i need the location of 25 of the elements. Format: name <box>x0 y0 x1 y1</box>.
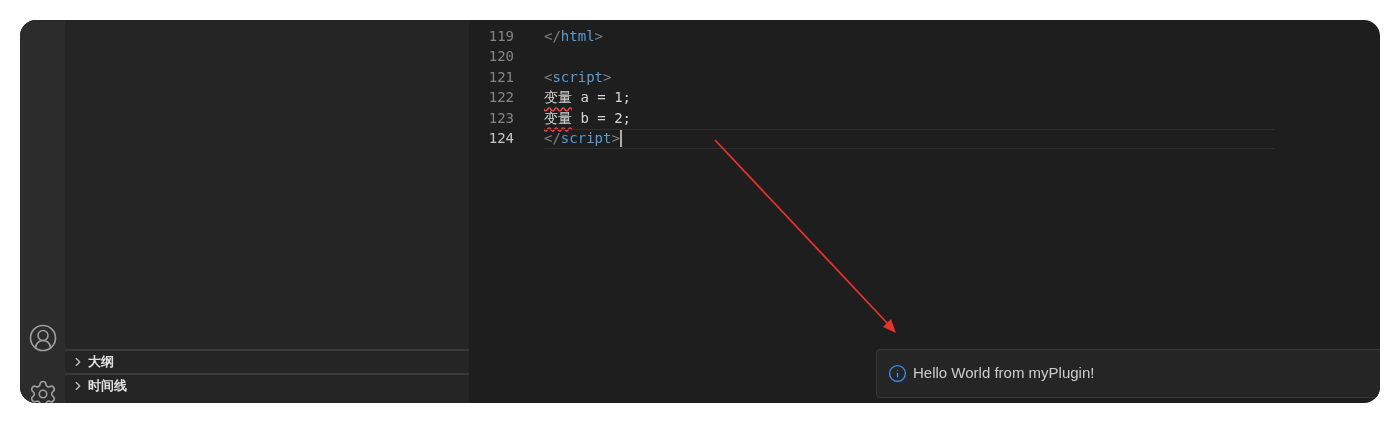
notification-message: Hello World from myPlugin! <box>913 363 1095 384</box>
code-token: 变量 <box>544 88 572 108</box>
line-number: 120 <box>487 47 514 67</box>
code-token: </ <box>544 26 561 46</box>
line-number: 123 <box>487 108 514 128</box>
code-token: script <box>552 67 603 87</box>
code-token: > <box>594 26 603 46</box>
code-token: 变量 <box>544 108 572 128</box>
code-token: a = 1; <box>579 88 631 108</box>
line-number: 124 <box>487 129 514 149</box>
code-token: < <box>544 67 553 87</box>
line-number: 121 <box>487 67 514 87</box>
text-cursor <box>619 130 622 148</box>
sidebar-section-header[interactable]: 大纲 <box>65 349 469 373</box>
code-token: script <box>560 129 612 149</box>
code-token: </ <box>544 129 561 149</box>
code-token: html <box>560 26 595 46</box>
code-token: > <box>603 67 612 87</box>
info-icon <box>888 364 907 383</box>
account-icon[interactable] <box>27 323 58 353</box>
sidebar-section-header[interactable]: 时间线 <box>65 373 469 397</box>
code-token: > <box>611 129 620 149</box>
line-number: 119 <box>487 26 514 46</box>
code-token: b = 2; <box>579 108 631 128</box>
line-number: 122 <box>487 88 514 108</box>
